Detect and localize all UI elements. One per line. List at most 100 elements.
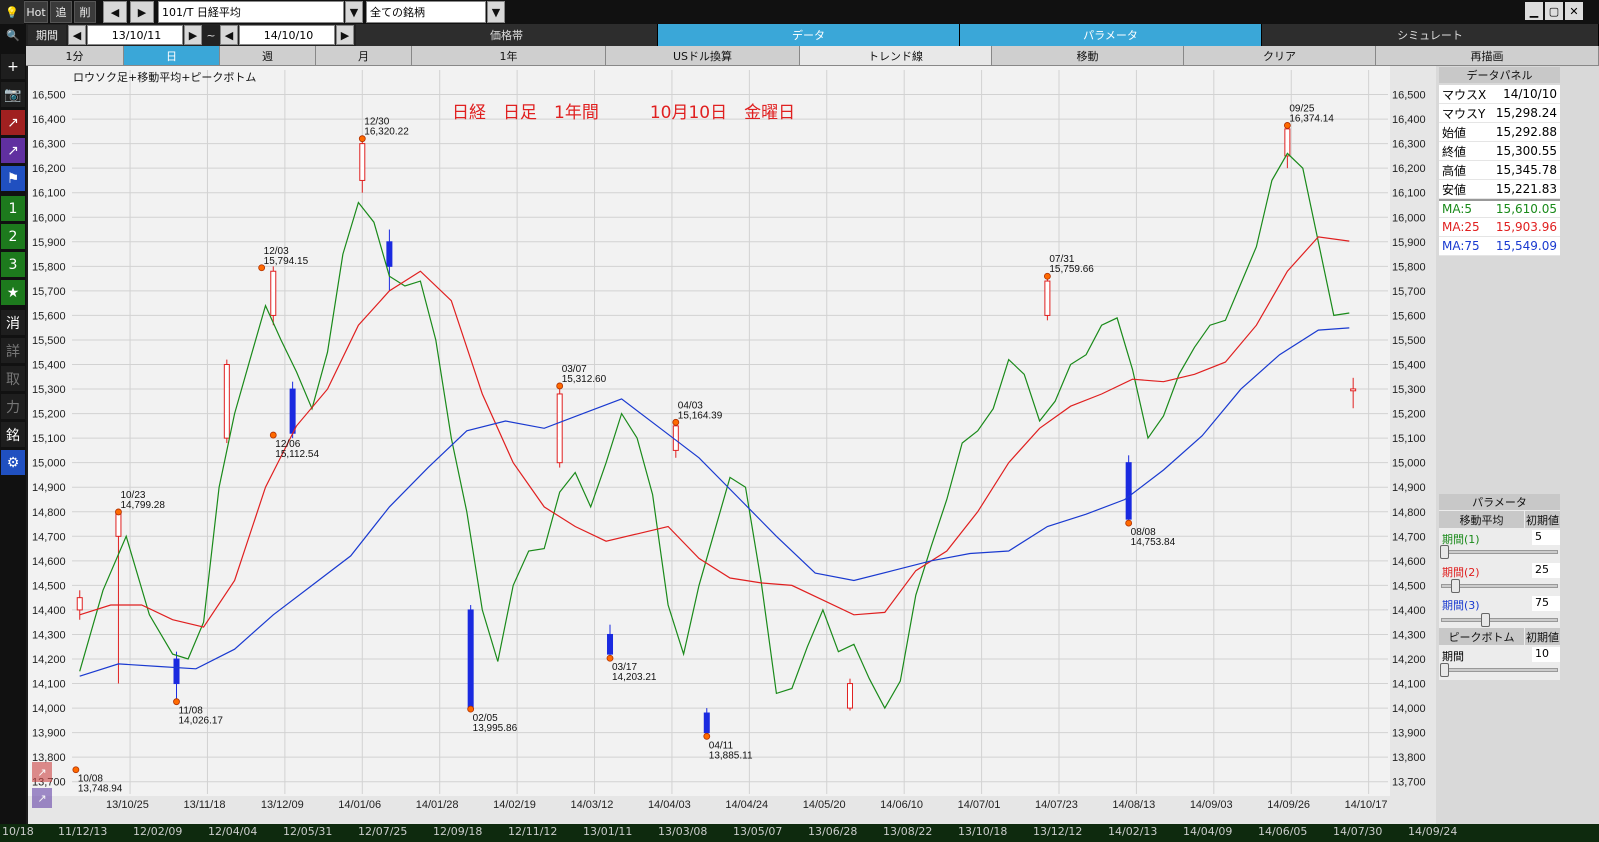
chart-red-icon[interactable]: ↗ <box>1 110 25 135</box>
data-row: MA:5 15,610.05 <box>1439 199 1560 218</box>
tab-monthly[interactable]: 月 <box>316 46 412 66</box>
chart-area[interactable]: 13,700 13,70013,800 13,80013,900 13,90014,0… <box>28 66 1436 824</box>
bottom-date-label: 13/08/22 <box>883 825 933 838</box>
candle-body <box>359 143 366 181</box>
usd-convert-button[interactable]: USドル換算 <box>606 46 800 66</box>
y-tick-label-right: 16,500 <box>1392 90 1426 102</box>
delete-button[interactable]: 削 <box>74 1 96 23</box>
x-tick-label: 14/01/28 <box>416 799 459 811</box>
prev-arrow-icon[interactable]: ◀ <box>103 1 127 23</box>
tab-simulate[interactable]: シミュレート <box>1262 24 1599 46</box>
redraw-button[interactable]: 再描画 <box>1376 46 1599 66</box>
add-button[interactable]: 追 <box>50 1 72 23</box>
candle-body <box>76 597 83 611</box>
data-row-label: マウスX <box>1442 87 1487 102</box>
y-tick-label-left: 14,900 <box>32 482 66 494</box>
chart-purple-icon[interactable]: ↗ <box>1 138 25 163</box>
universe-dropdown-icon[interactable]: ▼ <box>487 1 505 23</box>
side-button-fetch[interactable]: 取 <box>1 366 25 391</box>
data-row-label: MA:75 <box>1442 239 1480 253</box>
close-icon[interactable]: ✕ <box>1565 2 1583 20</box>
move-button[interactable]: 移動 <box>992 46 1184 66</box>
pb-slider[interactable] <box>1441 668 1558 672</box>
next-arrow-icon[interactable]: ▶ <box>130 1 154 23</box>
y-tick-label-left: 13,900 <box>32 728 66 740</box>
flag-icon[interactable]: ⚑ <box>1 166 25 191</box>
side-button-input[interactable]: 力 <box>1 394 25 419</box>
maximize-icon[interactable]: ▢ <box>1545 2 1563 20</box>
period1-value[interactable]: 5 <box>1532 530 1560 545</box>
x-tick-label: 14/04/24 <box>725 799 768 811</box>
pb-slider-thumb[interactable] <box>1440 663 1449 677</box>
data-row-value: 15,300.55 <box>1495 144 1557 158</box>
from-next-icon[interactable]: ▶ <box>184 25 202 45</box>
data-row-value: 15,549.09 <box>1495 239 1557 253</box>
to-next-icon[interactable]: ▶ <box>336 25 354 45</box>
x-tick-label: 14/07/23 <box>1035 799 1078 811</box>
y-tick-label-left: 14,600 <box>32 556 66 568</box>
candle-body <box>270 270 277 316</box>
chart-mini-icon-1[interactable]: ↗ <box>32 762 52 782</box>
period3-slider[interactable] <box>1441 618 1558 622</box>
camera-icon[interactable]: 📷 <box>1 82 25 107</box>
clear-button[interactable]: クリア <box>1184 46 1376 66</box>
period2-label: 期間(2) <box>1442 566 1480 579</box>
date-to-field[interactable]: 14/10/10 <box>239 25 335 45</box>
candle-body <box>386 241 393 267</box>
tab-parameter[interactable]: パラメータ <box>960 24 1262 46</box>
crosshair-icon[interactable]: + <box>1 54 25 79</box>
to-prev-icon[interactable]: ◀ <box>220 25 238 45</box>
period2-value[interactable]: 25 <box>1532 563 1560 578</box>
tab-weekly[interactable]: 週 <box>220 46 316 66</box>
bulb-icon[interactable]: 💡 <box>0 0 24 24</box>
data-row: 安値 15,221.83 <box>1439 180 1560 199</box>
period3-value[interactable]: 75 <box>1532 596 1560 611</box>
data-row-label: MA:5 <box>1442 202 1473 216</box>
symbol-dropdown-icon[interactable]: ▼ <box>345 1 363 23</box>
period1-slider-thumb[interactable] <box>1440 545 1449 559</box>
y-tick-label-right: 14,300 <box>1392 629 1426 641</box>
hot-button[interactable]: Hot <box>24 1 48 23</box>
y-tick-label-left: 14,500 <box>32 580 66 592</box>
period-label: 期間 <box>28 25 66 45</box>
universe-field[interactable]: 全ての銘柄 <box>366 1 486 23</box>
tab-1min[interactable]: 1分 <box>26 46 124 66</box>
gear-icon[interactable]: ⚙ <box>1 450 25 475</box>
from-prev-icon[interactable]: ◀ <box>68 25 86 45</box>
period3-slider-thumb[interactable] <box>1481 613 1491 627</box>
symbol-field[interactable]: 101/T 日経平均 <box>158 1 344 23</box>
search-icon[interactable]: 🔍 <box>0 24 26 46</box>
side-button-erase[interactable]: 消 <box>1 310 25 335</box>
x-tick-label: 14/02/19 <box>493 799 536 811</box>
peak-value-label: 15,794.15 <box>264 256 309 267</box>
pb-init-button[interactable]: 初期値 <box>1525 628 1560 645</box>
tab-data[interactable]: データ <box>658 24 960 46</box>
bottom-date-label: 12/09/18 <box>433 825 483 838</box>
side-button-2[interactable]: 2 <box>1 224 25 249</box>
bottom-date-label: 11/12/13 <box>58 825 108 838</box>
tab-daily[interactable]: 日 <box>124 46 220 66</box>
minimize-icon[interactable]: ▁ <box>1525 2 1543 20</box>
tab-1year[interactable]: 1年 <box>412 46 606 66</box>
period1-slider[interactable] <box>1441 550 1558 554</box>
ma-init-button[interactable]: 初期値 <box>1525 511 1560 528</box>
side-button-symbol[interactable]: 銘 <box>1 422 25 447</box>
peak-value-label: 13,885.11 <box>709 750 753 761</box>
side-button-detail[interactable]: 詳 <box>1 338 25 363</box>
y-tick-label-left: 14,000 <box>32 703 66 715</box>
peak-marker <box>606 654 614 662</box>
trendline-button[interactable]: トレンド線 <box>800 46 992 66</box>
data-row: 高値 15,345.78 <box>1439 161 1560 180</box>
star-icon[interactable]: ★ <box>1 280 25 305</box>
data-row-value: 15,345.78 <box>1495 163 1557 177</box>
candle-body <box>467 609 474 709</box>
pb-period-value[interactable]: 10 <box>1532 647 1560 662</box>
chart-mini-icon-2[interactable]: ↗ <box>32 788 52 808</box>
period2-slider-thumb[interactable] <box>1450 579 1460 593</box>
y-tick-label-right: 14,800 <box>1392 507 1426 519</box>
date-from-field[interactable]: 13/10/11 <box>87 25 183 45</box>
side-button-3[interactable]: 3 <box>1 252 25 277</box>
tab-price-band[interactable]: 価格帯 <box>356 24 658 46</box>
bottom-date-label: 12/05/31 <box>283 825 333 838</box>
side-button-1[interactable]: 1 <box>1 196 25 221</box>
